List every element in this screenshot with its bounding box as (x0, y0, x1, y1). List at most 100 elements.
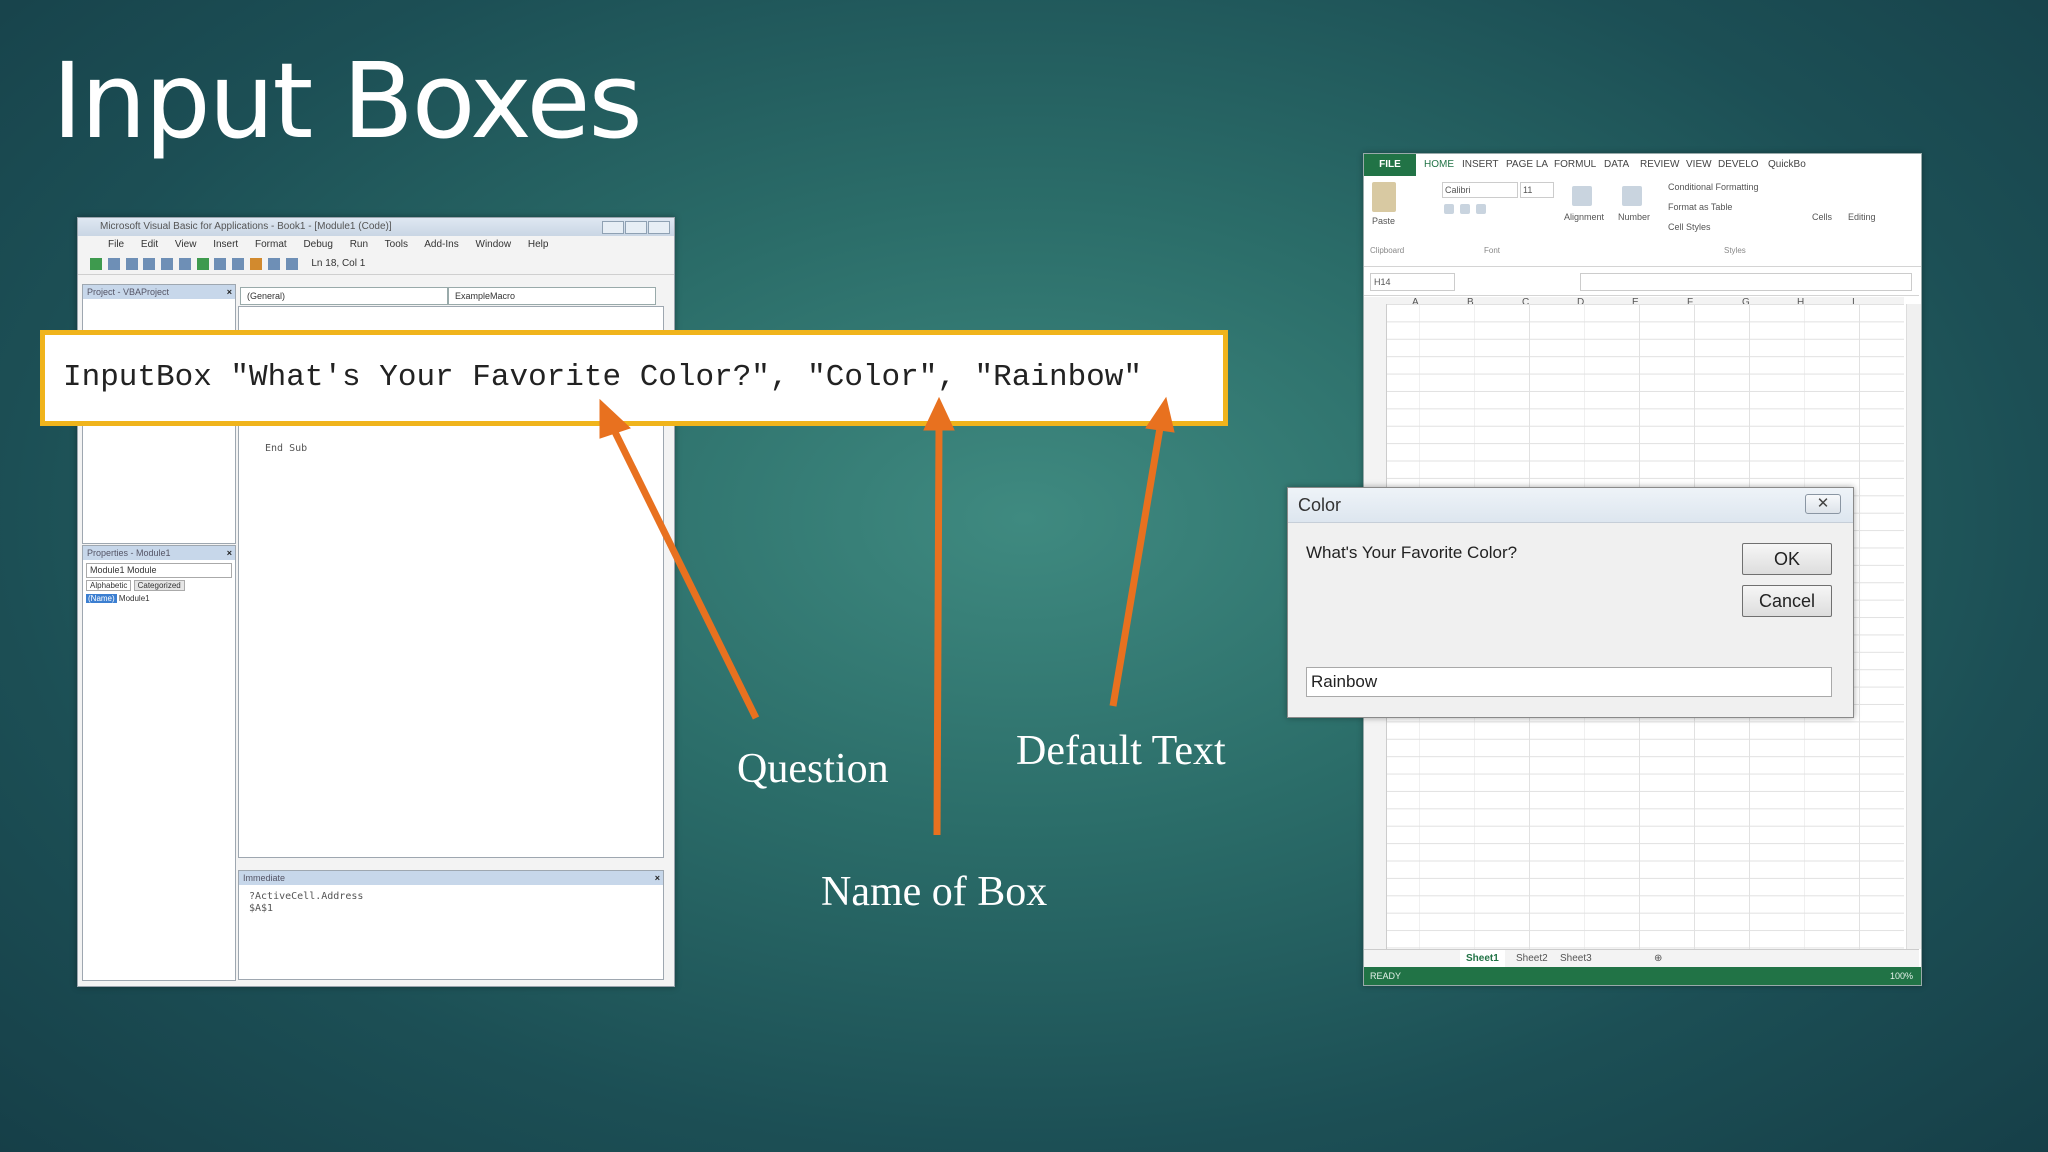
font-size-select[interactable]: 11 (1520, 182, 1554, 198)
menu-window[interactable]: Window (476, 239, 512, 250)
default-text-input[interactable]: Rainbow (1306, 667, 1832, 697)
property-name-value[interactable]: Module1 (119, 594, 150, 603)
menu-format[interactable]: Format (255, 239, 287, 250)
break-icon[interactable] (214, 258, 227, 270)
close-icon: ✕ (1816, 495, 1830, 512)
formula-input[interactable] (1580, 273, 1912, 291)
immediate-pane-title: Immediate (243, 873, 286, 883)
number-icon[interactable] (1622, 186, 1642, 206)
tab-page-layout[interactable]: PAGE LA (1506, 154, 1548, 176)
design-mode-icon[interactable] (250, 258, 263, 270)
code-callout: InputBox "What's Your Favorite Color?", … (40, 330, 1228, 426)
cursor-position: Ln 18, Col 1 (311, 258, 366, 269)
menu-tools[interactable]: Tools (385, 239, 408, 250)
arrow-default-text (1109, 396, 1175, 707)
code-procedure-select[interactable]: ExampleMacro (448, 287, 656, 305)
menu-view[interactable]: View (175, 239, 197, 250)
tab-developer[interactable]: DEVELO (1718, 154, 1759, 176)
undo-icon[interactable] (178, 258, 191, 270)
underline-icon[interactable] (1476, 204, 1486, 214)
bold-icon[interactable] (1444, 204, 1454, 214)
project-pane-title: Project - VBAProject (87, 287, 170, 297)
group-font: Font (1484, 246, 1501, 255)
group-editing[interactable]: Editing (1848, 212, 1876, 222)
menu-edit[interactable]: Edit (141, 239, 158, 250)
label-question: Question (737, 746, 889, 792)
zoom-level[interactable]: 100% (1890, 967, 1913, 985)
immediate-pane: Immediate × ?ActiveCell.Address $A$1 (238, 870, 664, 980)
tab-view[interactable]: VIEW (1686, 154, 1712, 176)
tab-home[interactable]: HOME (1424, 154, 1454, 176)
dialog-title: Color (1298, 495, 1342, 515)
close-icon[interactable]: × (655, 871, 660, 885)
close-button[interactable]: ✕ (1805, 494, 1841, 514)
italic-icon[interactable] (1460, 204, 1470, 214)
cancel-button[interactable]: Cancel (1742, 585, 1832, 617)
immediate-line-2: $A$1 (249, 903, 274, 914)
insert-module-icon[interactable] (107, 258, 120, 270)
menu-help[interactable]: Help (528, 239, 549, 250)
formula-bar: H14 (1364, 267, 1919, 296)
tab-alphabetic[interactable]: Alphabetic (86, 580, 132, 591)
menu-debug[interactable]: Debug (303, 239, 332, 250)
tab-categorized[interactable]: Categorized (133, 580, 185, 591)
copy-icon[interactable] (161, 258, 174, 270)
tab-review[interactable]: REVIEW (1640, 154, 1679, 176)
vertical-scrollbar[interactable] (1906, 304, 1921, 949)
tab-formulas[interactable]: FORMUL (1554, 154, 1596, 176)
menu-run[interactable]: Run (350, 239, 368, 250)
group-styles: Styles (1724, 246, 1746, 255)
save-icon[interactable] (125, 258, 138, 270)
cell-styles-button[interactable]: Cell Styles (1668, 222, 1711, 232)
vba-window-title: Microsoft Visual Basic for Applications … (100, 221, 392, 232)
properties-object-select[interactable]: Module1 Module (86, 563, 232, 578)
properties-pane-title: Properties - Module1 (87, 548, 171, 558)
group-clipboard: Clipboard (1370, 246, 1405, 255)
vba-menu-bar: File Edit View Insert Format Debug Run T… (78, 236, 674, 254)
sheet-tab-3[interactable]: Sheet3 (1560, 950, 1592, 968)
paste-icon[interactable] (1372, 182, 1396, 212)
font-name-select[interactable]: Calibri (1442, 182, 1518, 198)
new-sheet-icon[interactable]: ⊕ (1654, 950, 1662, 968)
menu-insert[interactable]: Insert (213, 239, 238, 250)
alignment-icon[interactable] (1572, 186, 1592, 206)
sheet-tab-2[interactable]: Sheet2 (1516, 950, 1548, 968)
dialog-title-bar: Color ✕ (1288, 488, 1853, 523)
cut-icon[interactable] (143, 258, 156, 270)
minimize-button[interactable] (602, 221, 624, 234)
vba-toolbar: Ln 18, Col 1 (78, 254, 674, 275)
name-box[interactable]: H14 (1370, 273, 1455, 291)
label-default-text: Default Text (1016, 728, 1226, 774)
menu-add-ins[interactable]: Add-Ins (424, 239, 458, 250)
immediate-line-1: ?ActiveCell.Address (249, 891, 364, 902)
status-bar: READY 100% (1364, 967, 1921, 985)
sheet-tab-1[interactable]: Sheet1 (1460, 950, 1505, 968)
tab-data[interactable]: DATA (1604, 154, 1629, 176)
tab-file[interactable]: FILE (1364, 154, 1416, 176)
dialog-prompt: What's Your Favorite Color? (1306, 543, 1518, 562)
group-cells[interactable]: Cells (1812, 212, 1832, 222)
ribbon: Paste Calibri 11 Alignment Number Condit… (1364, 176, 1921, 267)
group-number: Number (1618, 212, 1651, 222)
property-name-key: (Name) (86, 594, 117, 603)
project-explorer-icon[interactable] (267, 258, 280, 270)
code-object-select[interactable]: (General) (240, 287, 448, 305)
help-icon[interactable] (285, 258, 298, 270)
tab-insert[interactable]: INSERT (1462, 154, 1499, 176)
code-end-sub: End Sub (265, 443, 308, 454)
properties-pane: Properties - Module1 × Module1 Module Alp… (82, 545, 236, 981)
close-icon[interactable]: × (227, 546, 232, 560)
status-ready: READY (1370, 971, 1402, 981)
paste-label[interactable]: Paste (1372, 216, 1395, 226)
format-as-table-button[interactable]: Format as Table (1668, 202, 1732, 212)
conditional-formatting-button[interactable]: Conditional Formatting (1668, 182, 1759, 192)
reset-icon[interactable] (232, 258, 245, 270)
close-icon[interactable]: × (227, 285, 232, 299)
run-icon[interactable] (196, 258, 209, 270)
menu-file[interactable]: File (108, 239, 124, 250)
maximize-button[interactable] (625, 221, 647, 234)
tab-quickbooks[interactable]: QuickBo (1768, 154, 1806, 176)
ok-button[interactable]: OK (1742, 543, 1832, 575)
close-button[interactable] (648, 221, 670, 234)
excel-icon[interactable] (90, 258, 102, 270)
